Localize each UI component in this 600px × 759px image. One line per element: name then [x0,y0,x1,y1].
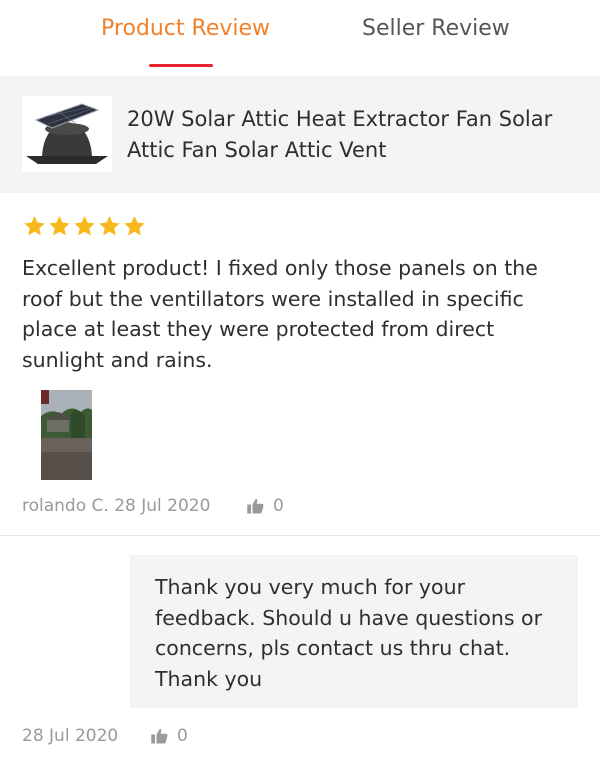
star-icon [24,216,45,236]
review-author-date: rolando C. 28 Jul 2020 [22,496,211,516]
seller-reply-box: Thank you very much for your feedback. S… [130,555,578,708]
review-photo[interactable] [41,390,92,480]
tab-product-review[interactable]: Product Review [101,16,270,41]
thumbs-up-icon [247,499,264,514]
active-tab-indicator [149,64,213,67]
star-icon [49,216,70,236]
seller-reply-like-button[interactable]: 0 [150,726,188,746]
review-text: Excellent product! I fixed only those pa… [22,256,538,372]
thumbs-up-icon [151,729,168,744]
product-card[interactable]: 20W Solar Attic Heat Extractor Fan Solar… [0,76,600,193]
star-icon [99,216,120,236]
product-thumbnail[interactable] [22,96,112,172]
rating-stars [22,214,147,238]
star-icon [74,216,95,236]
product-title[interactable]: 20W Solar Attic Heat Extractor Fan Solar… [127,104,567,166]
star-icon [124,216,145,236]
seller-reply-like-count: 0 [177,726,188,746]
seller-reply-text: Thank you very much for your feedback. S… [155,575,543,691]
section-divider [0,535,600,536]
review-like-count: 0 [273,496,284,516]
review-tabs: Product Review Seller Review [0,0,600,76]
seller-reply-date: 28 Jul 2020 [22,726,119,746]
tab-seller-review[interactable]: Seller Review [362,16,510,41]
review-like-button[interactable]: 0 [246,496,284,516]
